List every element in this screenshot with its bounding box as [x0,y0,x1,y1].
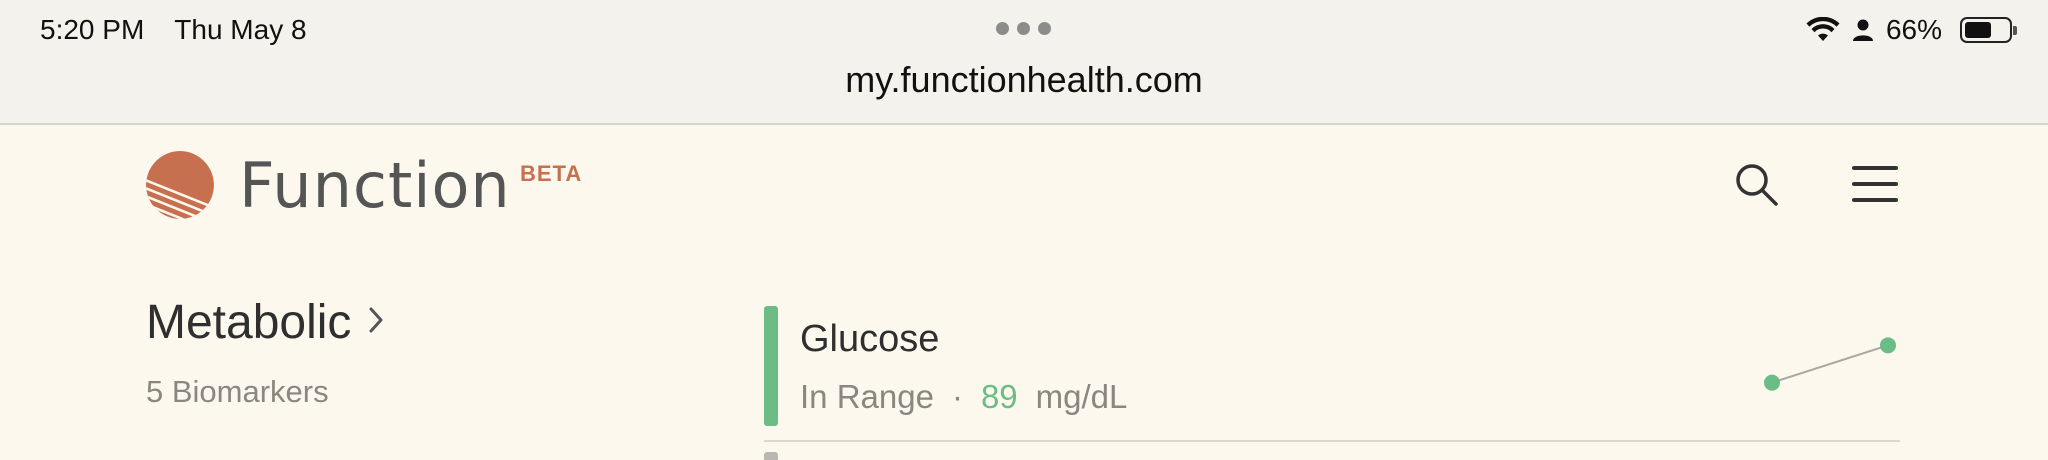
brand-name: Function [239,148,511,222]
biomarker-unit: mg/dL [1035,378,1128,415]
biomarker-value: 89 [980,378,1018,415]
battery-icon [1960,17,2017,43]
status-date: Thu May 8 [174,14,307,45]
multitasking-dots-icon[interactable] [996,22,1051,35]
function-logo-icon [146,151,214,219]
row-divider [764,440,1900,442]
sparkline-point [1880,337,1896,354]
address-bar[interactable]: my.functionhealth.com [0,56,2048,104]
meta-separator: · [951,378,963,415]
sparkline-point [1764,374,1780,391]
site-header: Function BETA [0,123,2048,273]
status-time: 5:20 PM [40,14,145,45]
category-metabolic-link[interactable]: Metabolic [146,295,384,350]
battery-percent: 66% [1885,14,1942,45]
status-indicator-bar [764,306,778,426]
browser-top-bar: 5:20 PM Thu May 8 66% my.functionhealth.… [0,0,2048,125]
status-bar-left: 5:20 PM Thu May 8 [40,10,307,50]
sparkline-line [1771,344,1889,384]
menu-icon[interactable] [1852,161,1898,207]
beta-badge: BETA [520,161,583,186]
chevron-right-icon [369,307,383,333]
biomarker-name: Glucose [800,318,940,360]
wifi-icon [1806,17,1840,41]
status-bar-right: 66% [1806,10,2017,50]
biomarker-meta: In Range · 89 mg/dL [800,378,1127,416]
biomarker-status: In Range [800,378,934,415]
next-row-indicator [764,452,778,460]
biomarker-row-glucose[interactable]: Glucose In Range · 89 mg/dL [764,304,1900,428]
biomarker-count: 5 Biomarkers [146,374,329,409]
trend-sparkline [1764,337,1896,391]
category-title: Metabolic [146,296,352,349]
person-icon [1852,19,1873,41]
search-icon[interactable] [1732,160,1780,208]
home-link[interactable]: Function [145,148,511,222]
